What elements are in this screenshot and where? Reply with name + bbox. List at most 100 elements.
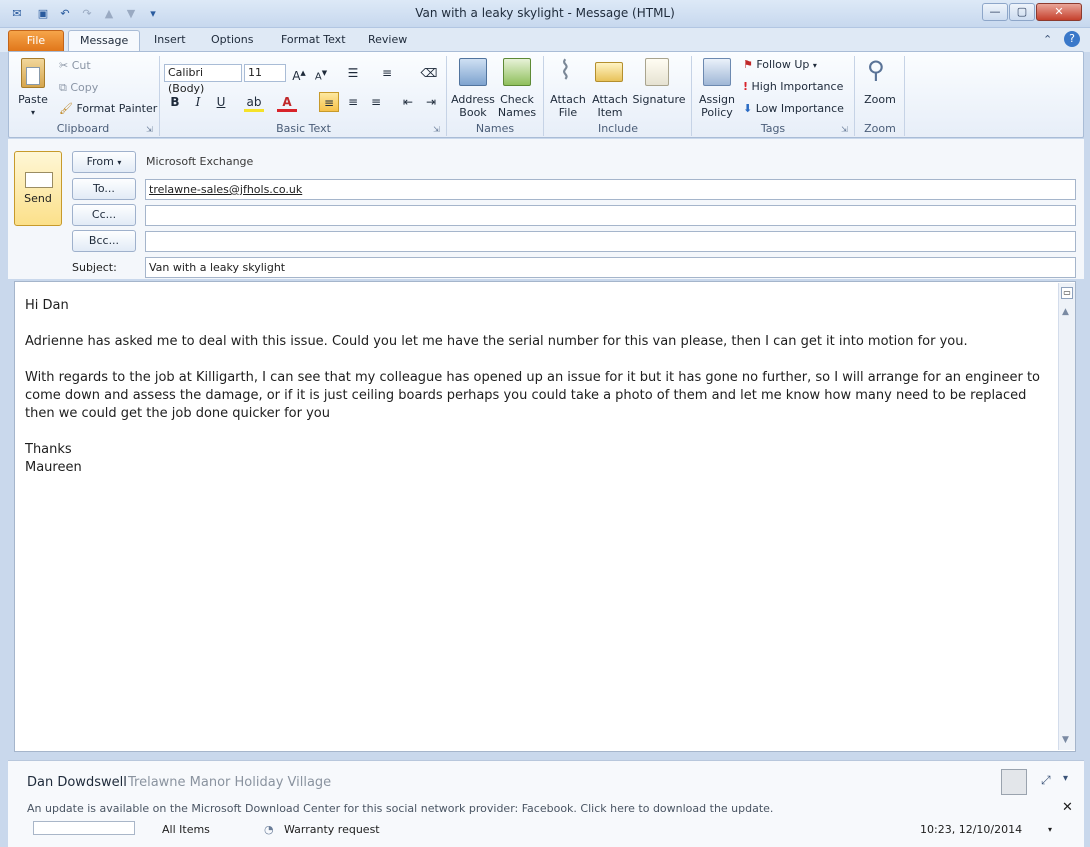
check-names-label-2: Names bbox=[497, 106, 537, 119]
signature-button[interactable]: Signature bbox=[631, 93, 687, 106]
body-scrollbar[interactable]: ▭ ▲ ▼ bbox=[1058, 283, 1075, 750]
tab-format-text[interactable]: Format Text bbox=[270, 30, 357, 52]
from-dropdown-icon: ▾ bbox=[117, 158, 122, 167]
paste-icon[interactable] bbox=[21, 58, 45, 88]
attach-item-label-1: Attach bbox=[592, 93, 628, 106]
zoom-icon[interactable]: ⚲ bbox=[867, 56, 885, 84]
address-book-label-1: Address bbox=[451, 93, 495, 106]
clear-formatting-icon[interactable]: ⌫ bbox=[419, 63, 439, 83]
people-pane: Dan Dowdswell Trelawne Manor Holiday Vil… bbox=[8, 760, 1084, 847]
tab-insert[interactable]: Insert bbox=[143, 30, 197, 52]
activity-row[interactable]: All Items ◔ Warranty request 10:23, 12/1… bbox=[156, 821, 1068, 835]
attach-file-label-2: File bbox=[558, 106, 578, 119]
check-names-label-1: Check bbox=[500, 93, 534, 106]
increase-indent-icon[interactable]: ⇥ bbox=[421, 92, 441, 112]
send-button[interactable]: Send bbox=[14, 151, 62, 226]
address-book-button[interactable]: Address Book bbox=[449, 93, 497, 119]
font-name-combo[interactable]: Calibri (Body) bbox=[164, 64, 242, 95]
tab-options[interactable]: Options bbox=[200, 30, 264, 52]
collapse-pane-icon[interactable]: ▾ bbox=[1063, 773, 1068, 784]
from-button[interactable]: From ▾ bbox=[72, 151, 136, 173]
align-left-icon[interactable]: ≡ bbox=[319, 92, 339, 112]
copy-button[interactable]: ⧉ Copy bbox=[59, 79, 98, 97]
window-title: Van with a leaky skylight - Message (HTM… bbox=[415, 6, 675, 20]
attach-file-button[interactable]: Attach File bbox=[547, 93, 589, 119]
cut-label: Cut bbox=[71, 59, 91, 72]
scroll-up-icon[interactable]: ▲ bbox=[1062, 307, 1069, 317]
assign-policy-button[interactable]: Assign Policy bbox=[695, 93, 739, 119]
update-notice[interactable]: An update is available on the Microsoft … bbox=[27, 802, 773, 815]
assign-policy-label-2: Policy bbox=[701, 106, 733, 119]
paste-dropdown-icon[interactable]: ▾ bbox=[15, 106, 51, 119]
close-button[interactable]: ✕ bbox=[1036, 3, 1082, 21]
tab-message[interactable]: Message bbox=[68, 30, 141, 52]
bold-icon[interactable]: B bbox=[165, 92, 185, 112]
maximize-button[interactable]: ▢ bbox=[1009, 3, 1035, 21]
low-importance-button[interactable]: ⬇ Low Importance bbox=[743, 100, 844, 118]
basic-text-group-label: Basic Text bbox=[276, 122, 331, 135]
signature-icon[interactable] bbox=[645, 58, 669, 86]
group-separator bbox=[543, 56, 544, 136]
minimize-button[interactable]: — bbox=[982, 3, 1008, 21]
message-body-text[interactable]: Hi Dan Adrienne has asked me to deal wit… bbox=[25, 297, 1045, 477]
to-recipient[interactable]: trelawne-sales@jfhols.co.uk bbox=[149, 183, 302, 196]
cut-button[interactable]: ✂ Cut bbox=[59, 57, 91, 75]
avatar[interactable] bbox=[1001, 769, 1027, 795]
copy-label: Copy bbox=[70, 81, 99, 94]
bcc-field[interactable] bbox=[145, 231, 1076, 252]
expand-pane-icon[interactable]: ⤢ bbox=[1041, 773, 1051, 788]
shrink-font-icon[interactable]: A▼ bbox=[311, 63, 331, 83]
contact-name[interactable]: Dan Dowdswell bbox=[27, 775, 127, 790]
paste-button[interactable]: Paste bbox=[15, 93, 51, 106]
grow-font-icon[interactable]: A▲ bbox=[289, 63, 309, 83]
high-importance-button[interactable]: ! High Importance bbox=[743, 78, 843, 96]
decrease-indent-icon[interactable]: ⇤ bbox=[398, 92, 418, 112]
subject-field[interactable]: Van with a leaky skylight bbox=[145, 257, 1076, 278]
bullets-icon[interactable]: ☰ bbox=[343, 63, 363, 83]
tab-review[interactable]: Review bbox=[357, 30, 418, 52]
dismiss-notice-icon[interactable]: ✕ bbox=[1062, 800, 1073, 815]
body-paragraph-2: With regards to the job at Killigarth, I… bbox=[25, 370, 1041, 421]
assign-policy-icon[interactable] bbox=[703, 58, 731, 86]
font-size-combo[interactable]: 11 bbox=[244, 64, 286, 82]
check-names-button[interactable]: Check Names bbox=[495, 93, 539, 119]
attach-item-button[interactable]: Attach Item bbox=[589, 93, 631, 119]
basic-text-launcher-icon[interactable]: ⇲ bbox=[433, 125, 440, 134]
to-field[interactable]: trelawne-sales@jfhols.co.uk bbox=[145, 179, 1076, 200]
attach-item-icon[interactable] bbox=[595, 62, 623, 82]
tab-file[interactable]: File bbox=[8, 30, 64, 52]
group-separator bbox=[691, 56, 692, 136]
people-pane-filter[interactable] bbox=[33, 821, 135, 835]
tags-launcher-icon[interactable]: ⇲ bbox=[841, 125, 848, 134]
italic-icon[interactable]: I bbox=[188, 92, 208, 112]
underline-icon[interactable]: U bbox=[211, 92, 231, 112]
cc-field[interactable] bbox=[145, 205, 1076, 226]
follow-up-button[interactable]: ⚑ Follow Up ▾ bbox=[743, 56, 817, 74]
activity-filter-all-items: All Items bbox=[162, 823, 210, 835]
follow-up-label: Follow Up bbox=[756, 58, 810, 71]
address-book-icon[interactable] bbox=[459, 58, 487, 86]
align-right-icon[interactable]: ≡ bbox=[366, 92, 386, 112]
attach-file-label-1: Attach bbox=[550, 93, 586, 106]
zoom-button[interactable]: Zoom bbox=[859, 93, 901, 106]
clipboard-launcher-icon[interactable]: ⇲ bbox=[146, 125, 153, 134]
format-painter-button[interactable]: 🖌 Format Painter bbox=[59, 100, 157, 118]
activity-dropdown-icon[interactable]: ▾ bbox=[1048, 821, 1052, 835]
to-button[interactable]: To... bbox=[72, 178, 136, 200]
scroll-down-icon[interactable]: ▼ bbox=[1062, 735, 1069, 745]
help-icon[interactable]: ? bbox=[1064, 31, 1080, 47]
minimize-ribbon-icon[interactable]: ⌃ bbox=[1043, 33, 1052, 46]
check-names-icon[interactable] bbox=[503, 58, 531, 86]
view-ruler-icon[interactable]: ▭ bbox=[1061, 287, 1073, 299]
highlight-icon[interactable]: ab bbox=[244, 92, 264, 112]
copy-icon: ⧉ bbox=[59, 81, 67, 94]
align-center-icon[interactable]: ≡ bbox=[343, 92, 363, 112]
cc-button[interactable]: Cc... bbox=[72, 204, 136, 226]
font-color-icon[interactable]: A bbox=[277, 92, 297, 112]
contact-company: Trelawne Manor Holiday Village bbox=[128, 775, 332, 790]
ribbon: Paste ▾ ✂ Cut ⧉ Copy 🖌 Format Painter Cl… bbox=[8, 51, 1084, 138]
attach-file-icon[interactable]: ⌇ bbox=[559, 56, 572, 86]
title-bar: ✉ ▣ ↶ ↷ ▲ ▼ ▾ Van with a leaky skylight … bbox=[0, 0, 1090, 28]
numbering-icon[interactable]: ≡ bbox=[377, 63, 397, 83]
bcc-button[interactable]: Bcc... bbox=[72, 230, 136, 252]
